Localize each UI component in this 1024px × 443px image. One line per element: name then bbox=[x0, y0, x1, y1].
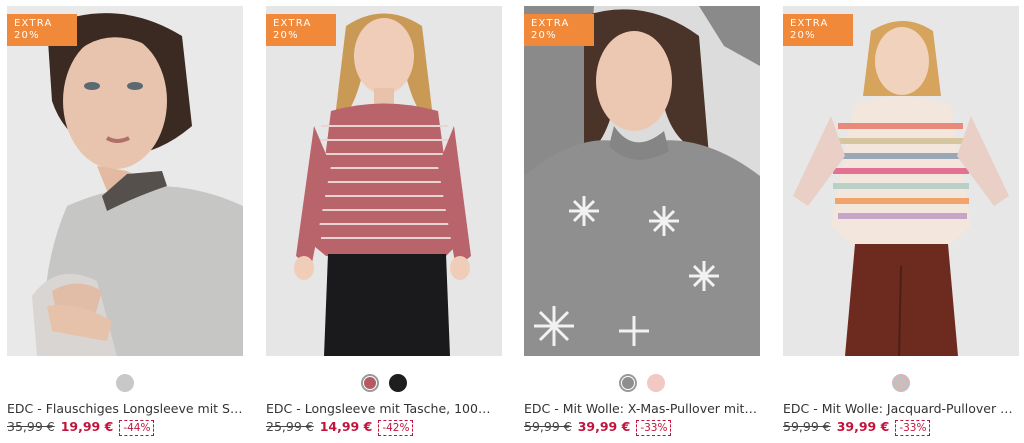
product-name[interactable]: EDC - Mit Wolle: X-Mas-Pullover mit Inta… bbox=[524, 401, 760, 416]
product-card[interactable]: EXTRA 20% EDC - Mit Wolle: Jacquard-Pull… bbox=[783, 6, 1019, 436]
color-swatches bbox=[7, 374, 243, 394]
color-swatch-selected[interactable] bbox=[361, 374, 379, 392]
price-row: 25,99 € 14,99 € -42% bbox=[266, 419, 502, 436]
price-row: 59,99 € 39,99 € -33% bbox=[783, 419, 1019, 436]
sale-price: 39,99 € bbox=[836, 419, 890, 434]
extra-discount-badge: EXTRA 20% bbox=[7, 14, 77, 46]
color-swatch[interactable] bbox=[892, 374, 910, 392]
color-swatches bbox=[266, 374, 502, 394]
discount-badge: -33% bbox=[636, 420, 672, 436]
original-price: 59,99 € bbox=[783, 419, 831, 434]
product-image[interactable]: EXTRA 20% bbox=[7, 6, 243, 356]
price-row: 59,99 € 39,99 € -33% bbox=[524, 419, 760, 436]
color-swatches bbox=[783, 374, 1019, 394]
product-name[interactable]: EDC - Longsleeve mit Tasche, 100% Bau... bbox=[266, 401, 502, 416]
sale-price: 14,99 € bbox=[319, 419, 373, 434]
product-card[interactable]: EXTRA 20% EDC - Flauschiges Longsleeve m… bbox=[7, 6, 243, 436]
product-image[interactable]: EXTRA 20% bbox=[266, 6, 502, 356]
product-name[interactable]: EDC - Flauschiges Longsleeve mit Stoff-.… bbox=[7, 401, 243, 416]
color-swatch-selected[interactable] bbox=[619, 374, 637, 392]
extra-discount-badge: EXTRA 20% bbox=[783, 14, 853, 46]
color-swatches bbox=[524, 374, 760, 394]
color-swatch[interactable] bbox=[647, 374, 665, 392]
original-price: 25,99 € bbox=[266, 419, 314, 434]
product-image[interactable]: EXTRA 20% bbox=[524, 6, 760, 356]
sale-price: 39,99 € bbox=[577, 419, 631, 434]
color-swatch[interactable] bbox=[389, 374, 407, 392]
original-price: 35,99 € bbox=[7, 419, 55, 434]
product-name[interactable]: EDC - Mit Wolle: Jacquard-Pullover mit S… bbox=[783, 401, 1019, 416]
discount-badge: -33% bbox=[895, 420, 931, 436]
discount-badge: -44% bbox=[119, 420, 155, 436]
product-grid: EXTRA 20% EDC - Flauschiges Longsleeve m… bbox=[0, 0, 1024, 443]
price-row: 35,99 € 19,99 € -44% bbox=[7, 419, 243, 436]
product-card[interactable]: EXTRA 20% EDC - Longsleeve mit Tasche, 1… bbox=[266, 6, 502, 436]
discount-badge: -42% bbox=[378, 420, 414, 436]
sale-price: 19,99 € bbox=[60, 419, 114, 434]
product-image[interactable]: EXTRA 20% bbox=[783, 6, 1019, 356]
color-swatch[interactable] bbox=[116, 374, 134, 392]
original-price: 59,99 € bbox=[524, 419, 572, 434]
extra-discount-badge: EXTRA 20% bbox=[524, 14, 594, 46]
product-card[interactable]: EXTRA 20% EDC - Mit Wolle: X-Mas-Pullove… bbox=[524, 6, 760, 436]
extra-discount-badge: EXTRA 20% bbox=[266, 14, 336, 46]
